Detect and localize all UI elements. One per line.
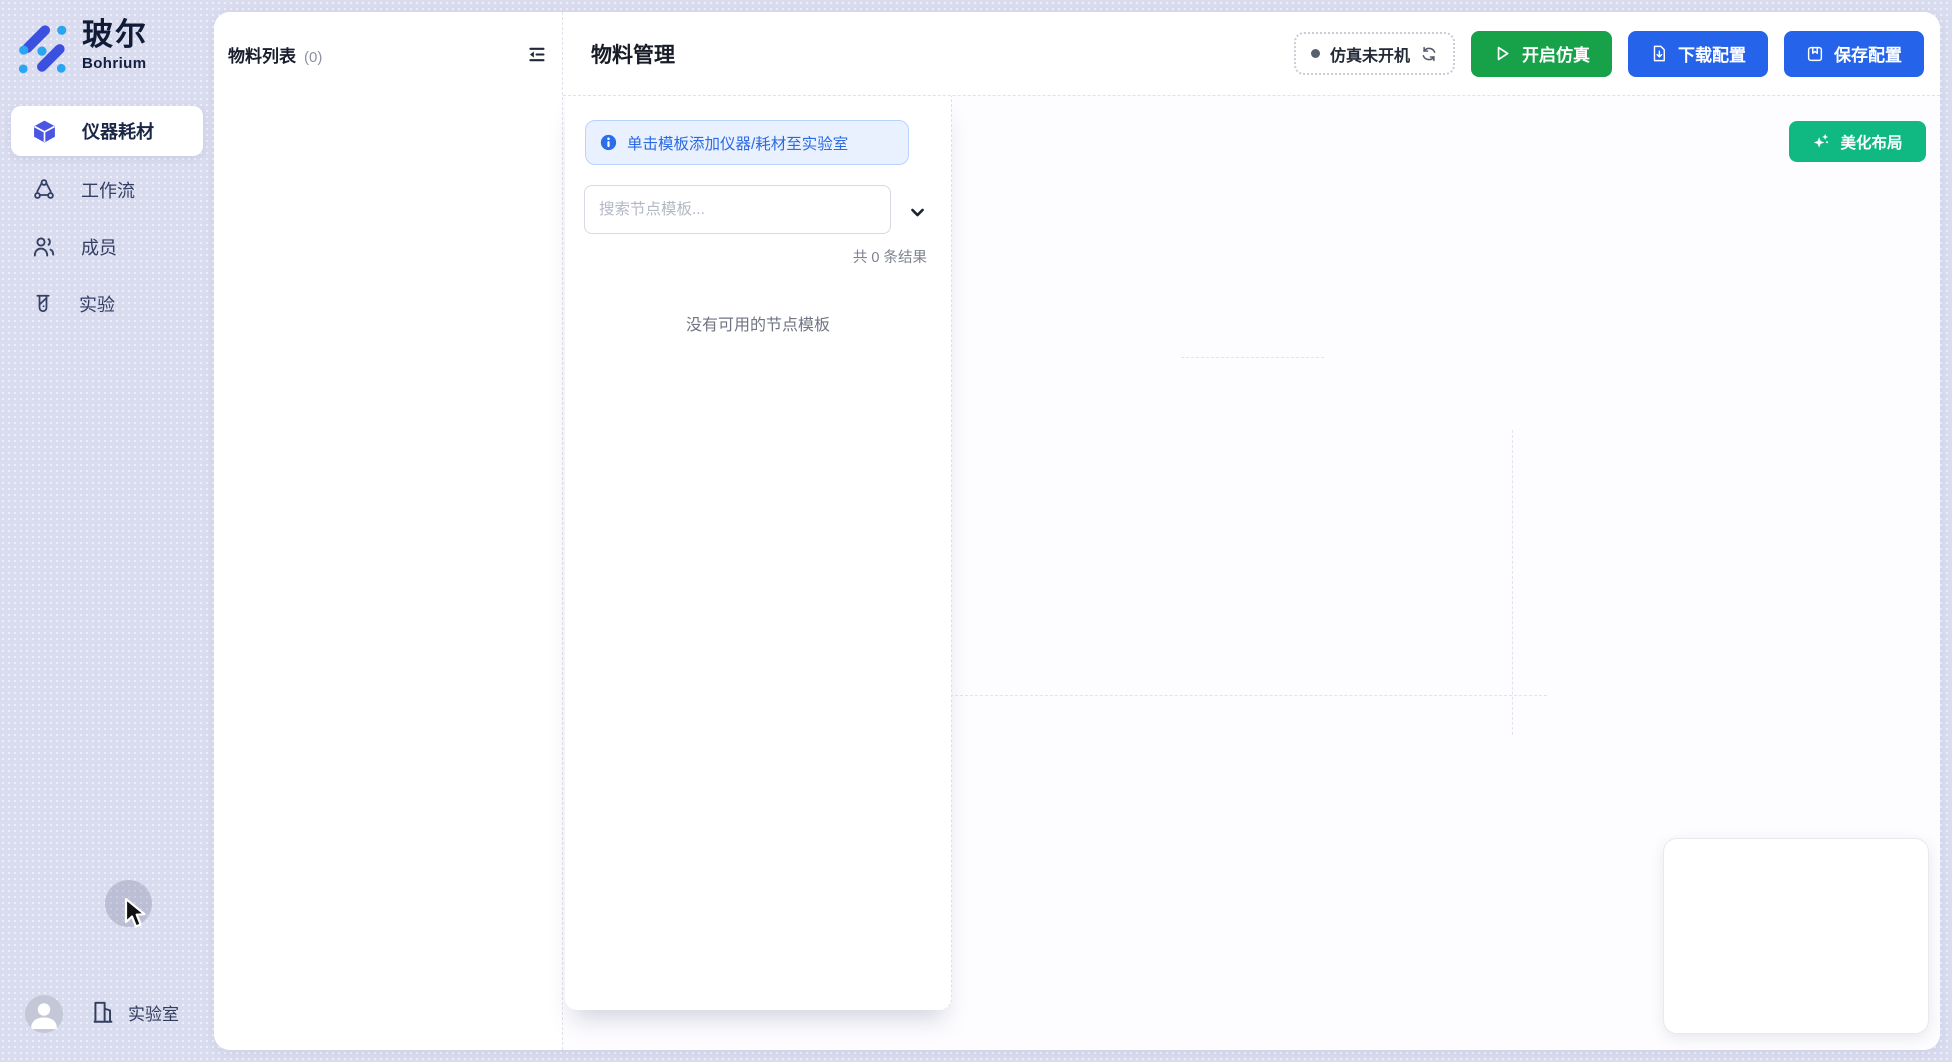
sidebar-item-label: 成员 — [81, 234, 117, 260]
status-dot-icon — [1311, 49, 1320, 58]
mouse-cursor — [124, 898, 149, 931]
beautify-layout-button[interactable]: 美化布局 — [1789, 121, 1926, 162]
brand-name-en: Bohrium — [82, 55, 148, 72]
user-avatar[interactable] — [25, 995, 63, 1033]
members-icon — [32, 235, 56, 259]
save-icon — [1806, 45, 1824, 63]
workflow-icon — [32, 178, 56, 202]
avatar-person-icon — [25, 995, 63, 1033]
sidebar-item-label: 工作流 — [81, 177, 135, 203]
sidebar-item-experiments[interactable]: 实验 — [11, 282, 203, 326]
canvas-guide-line — [950, 695, 1547, 696]
simulation-status-pill: 仿真未开机 — [1294, 32, 1455, 75]
brand-name-zh: 玻尔 — [82, 18, 148, 52]
bohrium-logo-icon — [18, 22, 68, 74]
page-title: 物料管理 — [591, 39, 675, 69]
sidebar-item-label: 仪器耗材 — [82, 118, 154, 144]
collapse-panel-button[interactable] — [525, 44, 547, 66]
chevron-down-icon — [909, 204, 926, 221]
material-list-title-text: 物料列表 — [228, 42, 296, 67]
sidebar-item-instruments[interactable]: 仪器耗材 — [11, 106, 203, 156]
save-config-label: 保存配置 — [1834, 41, 1902, 66]
info-icon — [600, 134, 617, 151]
sparkles-icon — [1812, 132, 1831, 151]
start-simulation-button[interactable]: 开启仿真 — [1471, 31, 1612, 77]
material-list-panel: 物料列表 (0) — [214, 12, 563, 1050]
play-icon — [1493, 44, 1512, 63]
page-header: 物料管理 仿真未开机 开启仿真 — [563, 12, 1940, 96]
template-empty-text: 没有可用的节点模板 — [565, 311, 951, 335]
simulation-status-text: 仿真未开机 — [1330, 42, 1410, 66]
template-hint-text: 单击模板添加仪器/耗材至实验室 — [627, 132, 848, 154]
building-icon — [90, 999, 116, 1025]
sidebar-item-label: 实验 — [79, 291, 115, 317]
brand-text: 玻尔 Bohrium — [82, 18, 148, 72]
refresh-icon[interactable] — [1420, 45, 1438, 63]
node-template-panel: 单击模板添加仪器/耗材至实验室 共 0 条结果 没有可用的节点模板 — [565, 96, 952, 1010]
lab-switcher[interactable]: 实验室 — [90, 999, 179, 1025]
beautify-layout-label: 美化布局 — [1840, 131, 1902, 153]
template-collapse-toggle[interactable] — [906, 201, 928, 223]
material-list-title: 物料列表 (0) — [228, 42, 322, 67]
sidebar: 玻尔 Bohrium 仪器耗材 工作流 成员 — [0, 0, 214, 1062]
template-hint-banner: 单击模板添加仪器/耗材至实验室 — [585, 120, 909, 165]
download-config-button[interactable]: 下载配置 — [1628, 31, 1768, 77]
flow-canvas[interactable]: 单击模板添加仪器/耗材至实验室 共 0 条结果 没有可用的节点模板 美化布局 — [563, 96, 1940, 1050]
start-simulation-label: 开启仿真 — [1522, 41, 1590, 66]
sidebar-item-members[interactable]: 成员 — [11, 225, 203, 269]
sidebar-item-workflow[interactable]: 工作流 — [11, 168, 203, 212]
canvas-guide-line — [1181, 357, 1324, 358]
material-list-count: (0) — [304, 49, 322, 66]
material-list-header: 物料列表 (0) — [228, 42, 547, 67]
lab-label: 实验室 — [128, 1000, 179, 1025]
collapse-panel-icon — [526, 44, 547, 65]
cube-icon — [32, 119, 57, 144]
file-download-icon — [1650, 44, 1668, 63]
header-actions: 仿真未开机 开启仿真 下 — [1294, 31, 1924, 77]
template-search-input[interactable] — [584, 185, 891, 234]
canvas-guide-line — [1512, 430, 1513, 735]
brand-logo[interactable]: 玻尔 Bohrium — [18, 18, 148, 74]
download-config-label: 下载配置 — [1678, 41, 1746, 66]
save-config-button[interactable]: 保存配置 — [1784, 31, 1924, 77]
canvas-minimap[interactable] — [1663, 838, 1929, 1034]
test-tube-icon — [32, 292, 54, 316]
template-results-count: 共 0 条结果 — [853, 246, 927, 267]
main-content-card: 物料列表 (0) 物料管理 仿真未开机 — [214, 12, 1940, 1050]
